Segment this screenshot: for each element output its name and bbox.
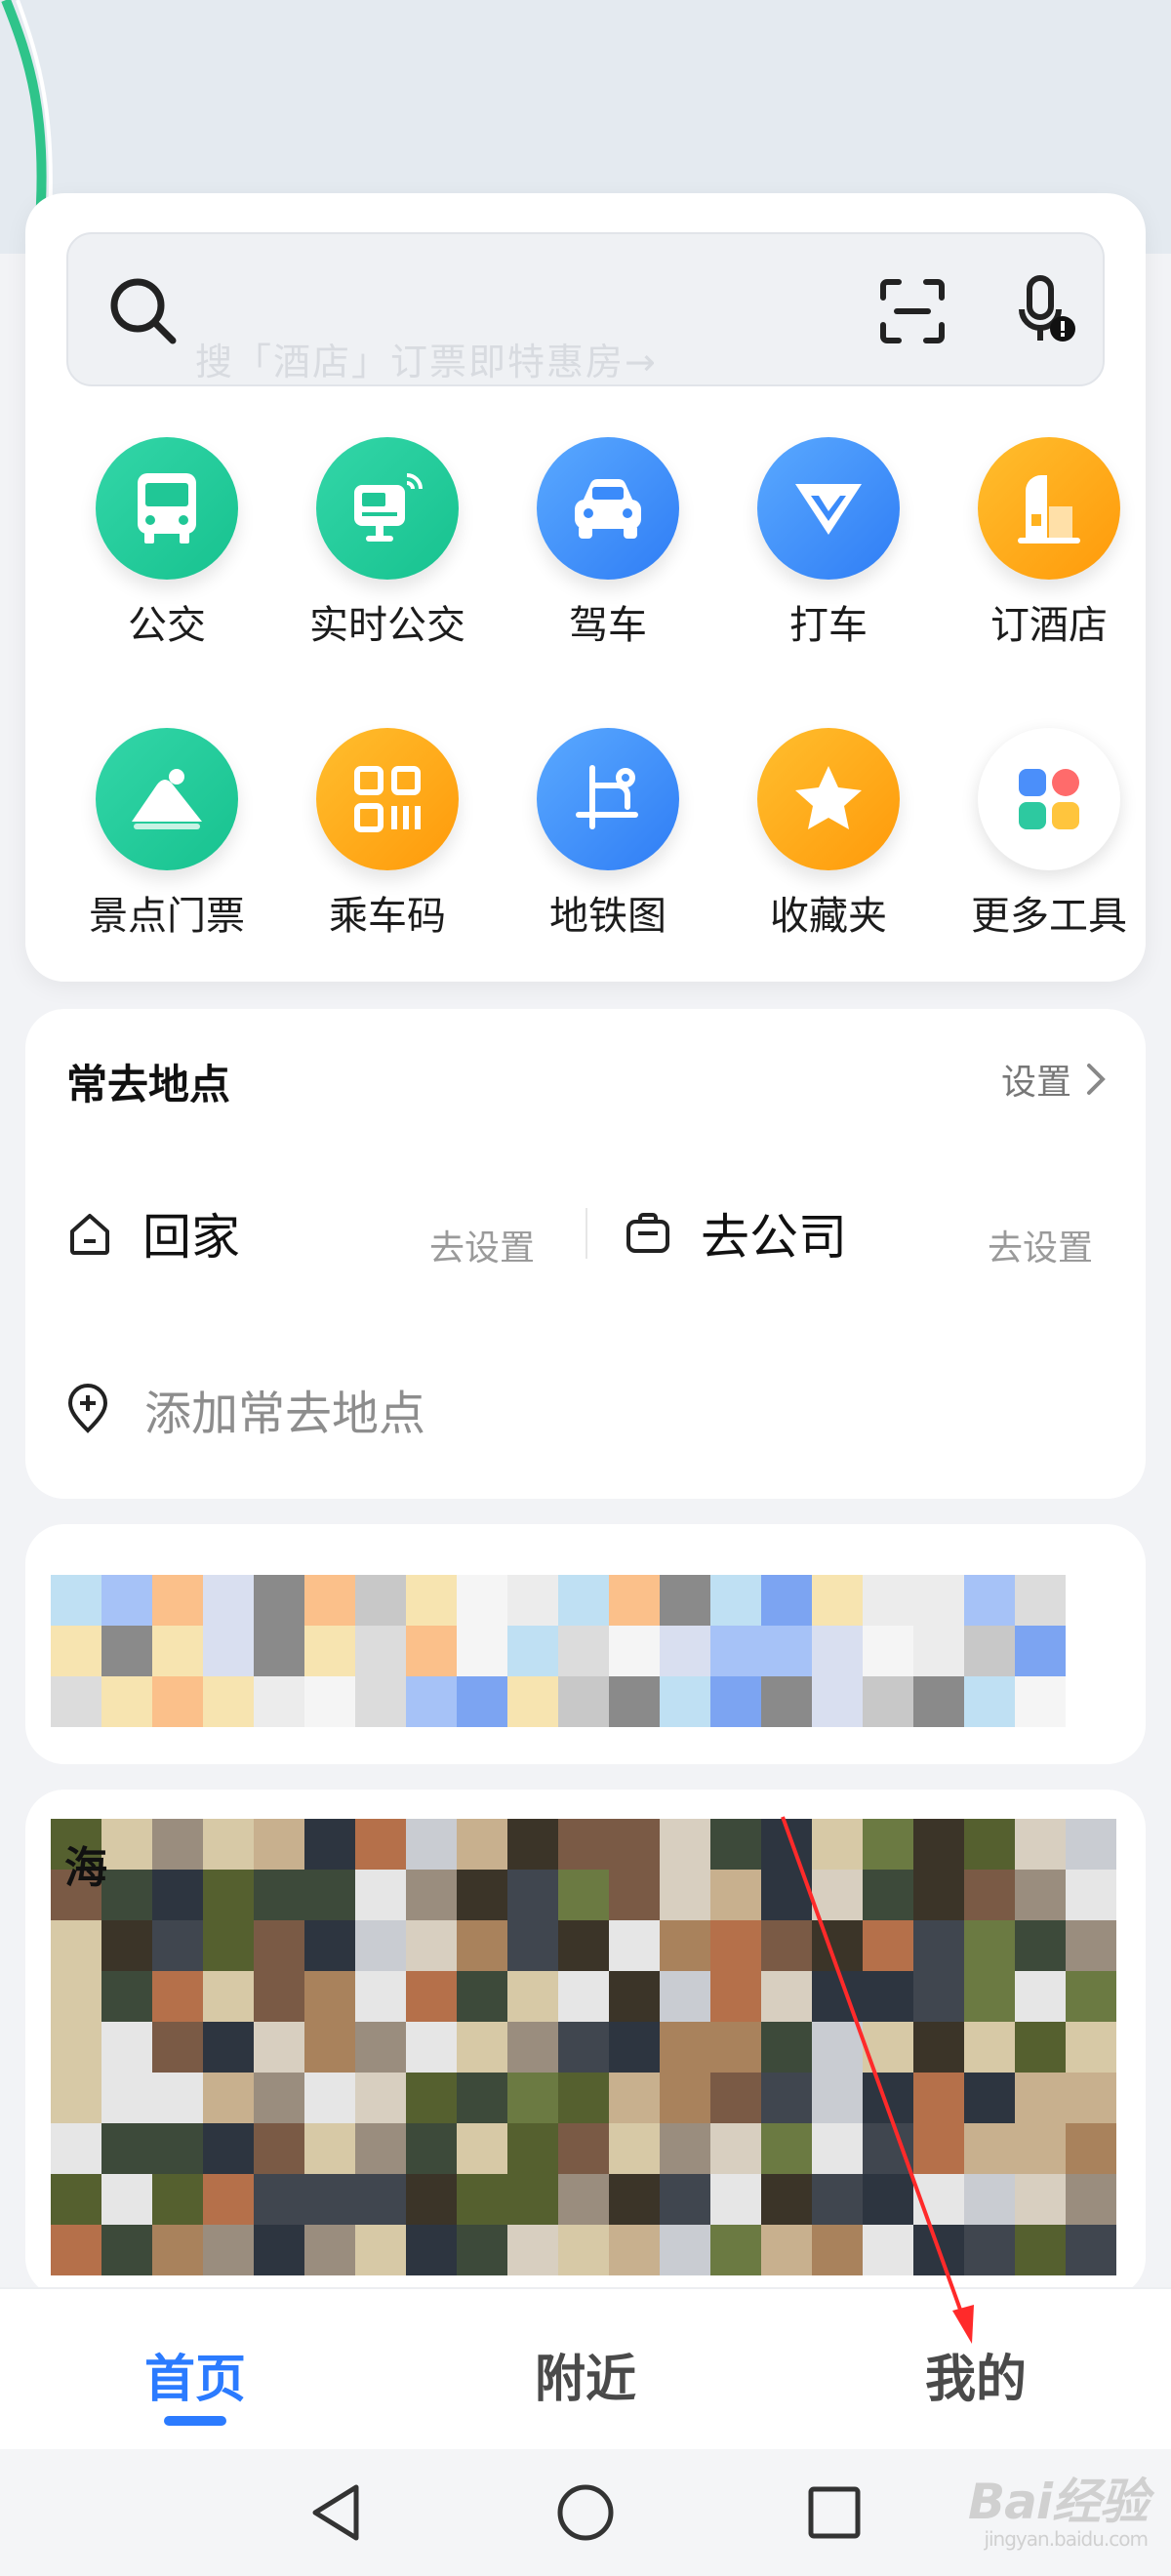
home-icon bbox=[70, 1214, 109, 1255]
home-label: 回家 bbox=[142, 1209, 240, 1266]
work-place[interactable]: 去公司 bbox=[625, 1194, 847, 1272]
tool-label: 景点门票 bbox=[89, 894, 245, 939]
settings-label: 设置 bbox=[1000, 1063, 1071, 1103]
chevron-right-icon bbox=[1087, 1064, 1106, 1095]
nav-home[interactable]: 首页 bbox=[98, 2338, 293, 2411]
tool-label: 驾车 bbox=[569, 603, 647, 648]
bottom-navigation: 首页 附近 我的 bbox=[0, 2287, 1171, 2449]
watermark-brand: Bai经验 bbox=[968, 2474, 1149, 2530]
recent-apps-icon[interactable] bbox=[800, 2478, 868, 2547]
home-circle-icon[interactable] bbox=[551, 2478, 620, 2547]
tool-realtime-bus[interactable]: 实时公交 bbox=[277, 437, 498, 650]
tool-label: 公交 bbox=[128, 603, 206, 648]
system-navigation-bar: Bai经验 jingyan.baidu.com bbox=[0, 2449, 1171, 2576]
tool-ride-code[interactable]: 乘车码 bbox=[277, 728, 498, 941]
tool-label: 更多工具 bbox=[971, 894, 1127, 939]
mountain-icon bbox=[96, 728, 238, 870]
watermark-logo: Bai经验 jingyan.baidu.com bbox=[968, 2463, 1149, 2551]
tool-label: 收藏夹 bbox=[770, 894, 887, 939]
places-settings-link[interactable]: 设置 bbox=[1001, 1054, 1107, 1105]
feed-card[interactable]: 海 bbox=[25, 1790, 1146, 2297]
work-set-button[interactable]: 去设置 bbox=[988, 1206, 1093, 1284]
qr-code-icon bbox=[316, 728, 459, 870]
tool-favorites[interactable]: 收藏夹 bbox=[718, 728, 939, 941]
section-title: 常去地点 bbox=[66, 1061, 231, 1108]
watermark-url: jingyan.baidu.com bbox=[984, 2527, 1149, 2551]
work-label: 去公司 bbox=[701, 1209, 847, 1266]
main-tools-card: 搜「酒店」订票即特惠房→ 公交 实时公交 驾车 打车 订酒店 景点门票 乘车码 … bbox=[25, 193, 1146, 982]
tool-hotel[interactable]: 订酒店 bbox=[939, 437, 1159, 650]
tool-attraction-tickets[interactable]: 景点门票 bbox=[57, 728, 277, 941]
home-place[interactable]: 回家 bbox=[66, 1194, 240, 1272]
active-tab-indicator bbox=[164, 2416, 226, 2426]
briefcase-icon bbox=[626, 1213, 669, 1253]
feed-card[interactable] bbox=[25, 1524, 1146, 1764]
tool-taxi[interactable]: 打车 bbox=[718, 437, 939, 650]
tool-label: 打车 bbox=[789, 603, 868, 648]
car-icon bbox=[537, 437, 679, 580]
frequent-places-card: 常去地点 设置 回家 去设置 去公司 去设置 添加常去地点 bbox=[25, 1009, 1146, 1499]
tool-label: 订酒店 bbox=[990, 603, 1108, 648]
subway-route-icon bbox=[537, 728, 679, 870]
star-icon bbox=[757, 728, 900, 870]
add-place-button[interactable]: 添加常去地点 bbox=[66, 1370, 425, 1448]
tool-label: 地铁图 bbox=[549, 894, 666, 939]
divider bbox=[586, 1208, 587, 1259]
nav-mine[interactable]: 我的 bbox=[878, 2338, 1073, 2411]
tool-subway-map[interactable]: 地铁图 bbox=[498, 728, 718, 941]
hotel-icon bbox=[978, 437, 1120, 580]
tool-more[interactable]: 更多工具 bbox=[939, 728, 1159, 941]
more-tools-icon bbox=[978, 728, 1120, 870]
tool-label: 实时公交 bbox=[309, 603, 465, 648]
tool-bus[interactable]: 公交 bbox=[57, 437, 277, 650]
tool-drive[interactable]: 驾车 bbox=[498, 437, 718, 650]
add-place-label: 添加常去地点 bbox=[144, 1387, 426, 1441]
back-icon[interactable] bbox=[303, 2478, 371, 2547]
tool-label: 乘车码 bbox=[329, 894, 446, 939]
home-set-button[interactable]: 去设置 bbox=[429, 1206, 535, 1284]
realtime-bus-icon bbox=[316, 437, 459, 580]
feed-title: 海 bbox=[64, 1843, 107, 1893]
add-location-icon bbox=[67, 1384, 108, 1433]
nav-nearby[interactable]: 附近 bbox=[488, 2338, 683, 2411]
bus-icon bbox=[96, 437, 238, 580]
taxi-icon bbox=[757, 437, 900, 580]
